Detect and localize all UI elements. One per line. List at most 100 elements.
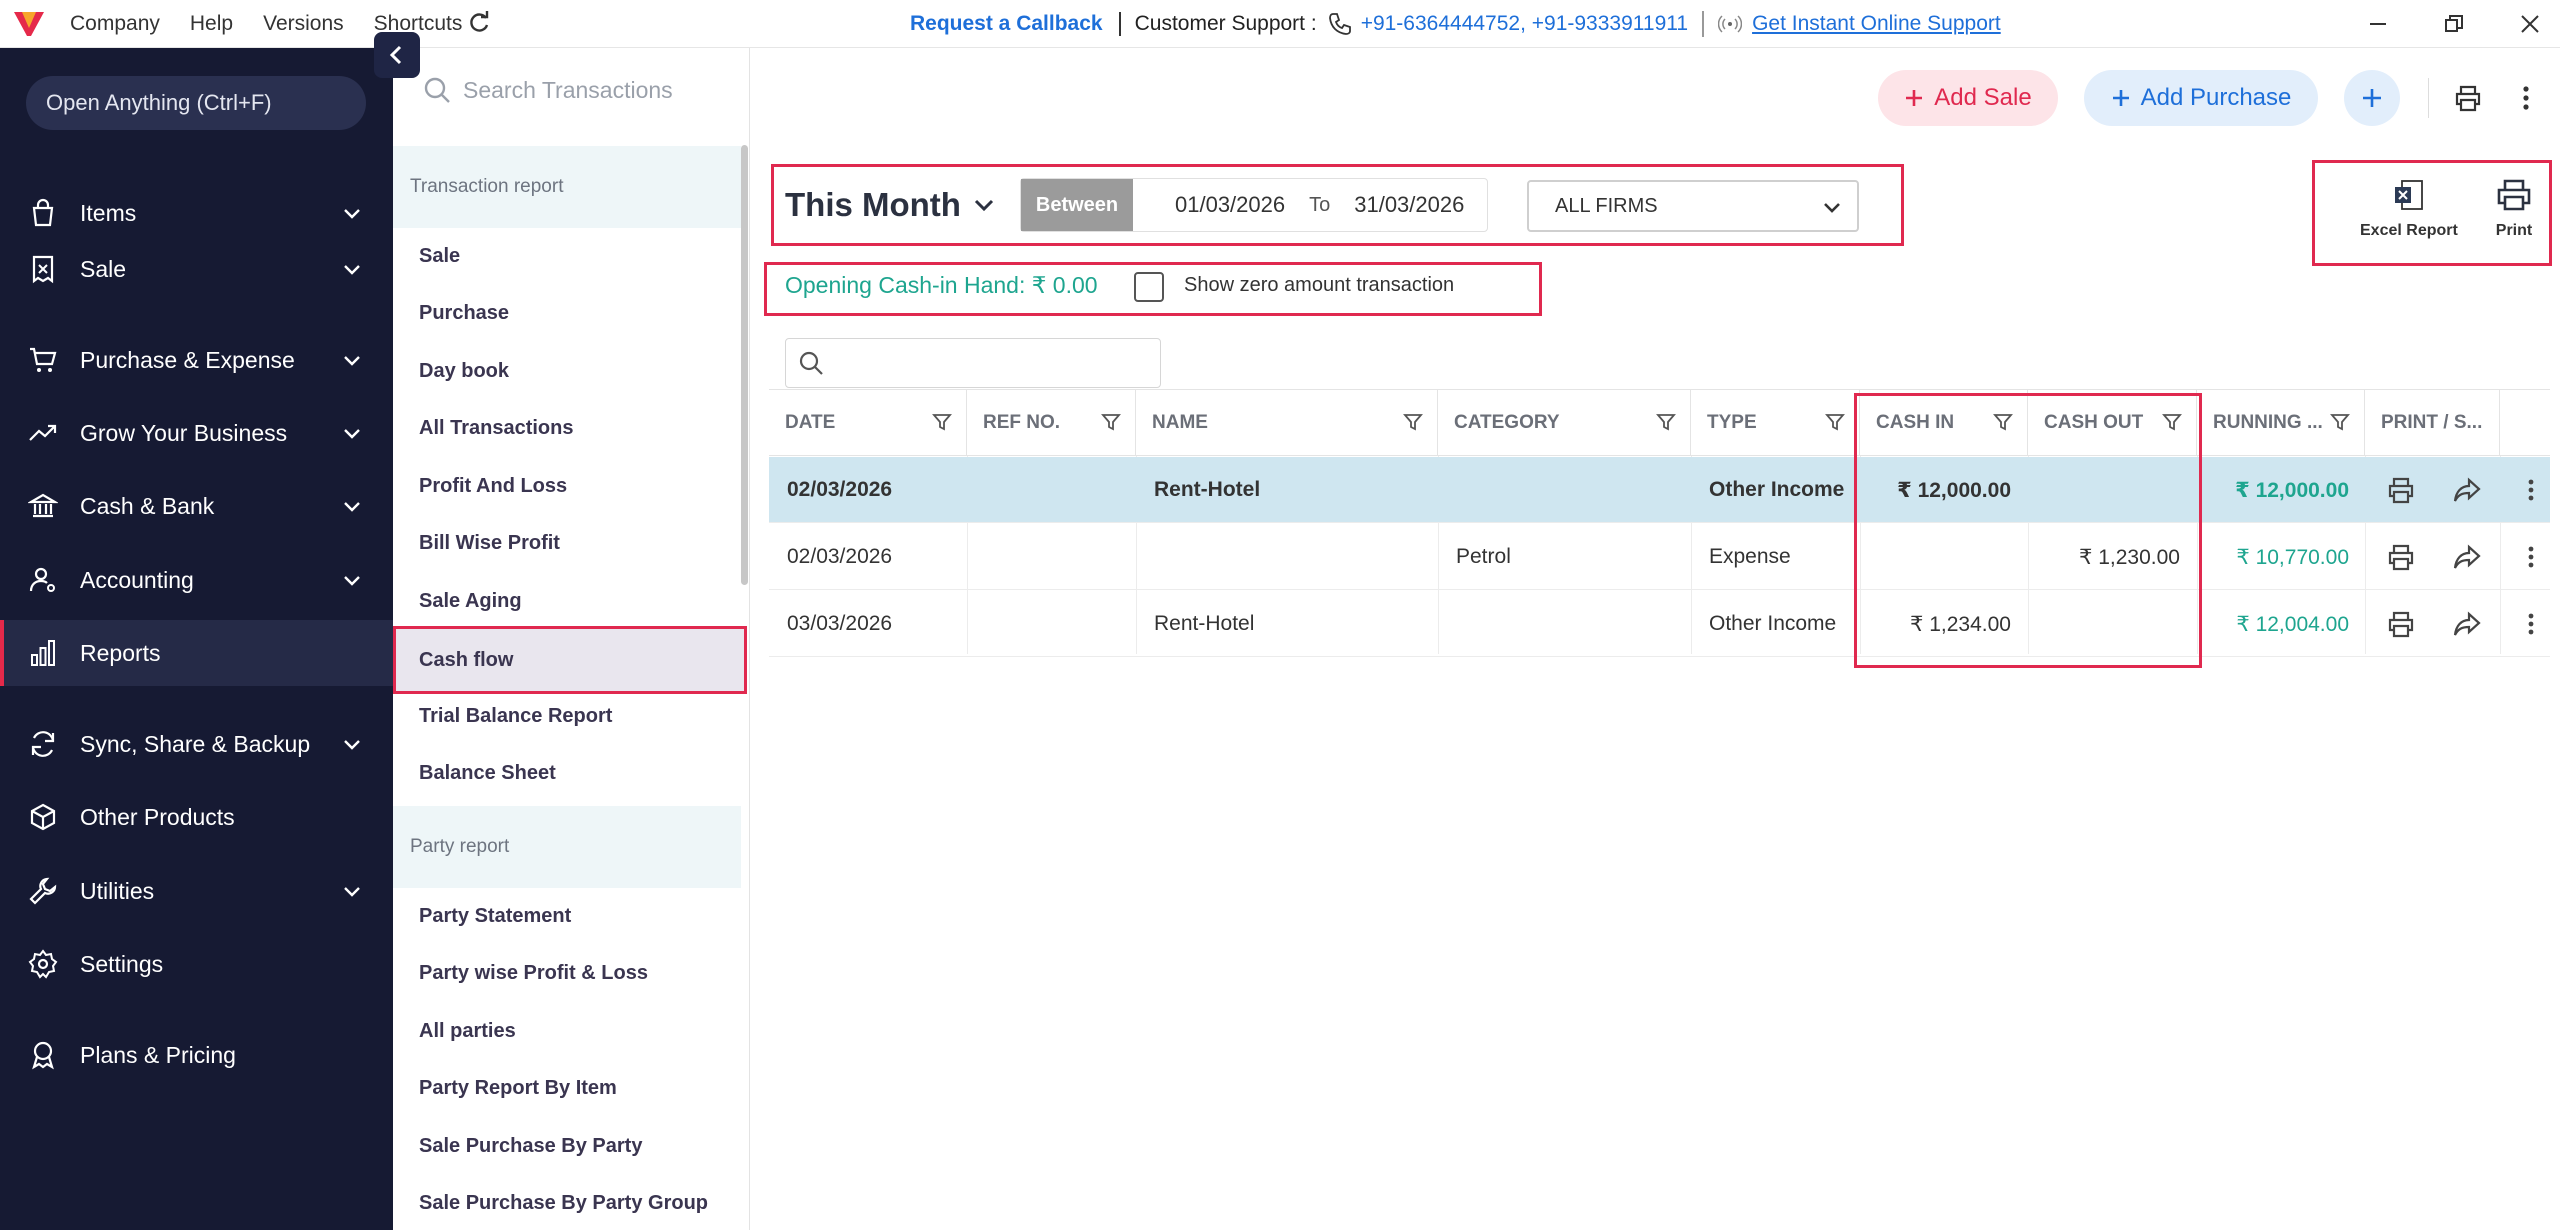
report-list-scrollbar[interactable] bbox=[741, 145, 748, 585]
row-more-button[interactable] bbox=[2516, 475, 2546, 505]
more-vertical-icon bbox=[2523, 86, 2529, 110]
sidebar-item-other-products[interactable]: Other Products bbox=[0, 784, 393, 850]
excel-report-button[interactable]: Excel Report bbox=[2360, 178, 2458, 240]
table-search-input[interactable] bbox=[785, 338, 1161, 388]
search-transactions[interactable]: Search Transactions bbox=[423, 76, 673, 104]
column-header-date[interactable]: DATE bbox=[769, 390, 967, 456]
filter-icon[interactable] bbox=[1656, 412, 1676, 432]
column-header-running-balance[interactable]: RUNNING ... bbox=[2197, 390, 2365, 456]
report-item-sale[interactable]: Sale bbox=[393, 228, 741, 285]
column-header-ref-no[interactable]: REF NO. bbox=[967, 390, 1136, 456]
filter-icon[interactable] bbox=[1403, 412, 1423, 432]
row-more-button[interactable] bbox=[2516, 609, 2546, 639]
column-header-category[interactable]: CATEGORY bbox=[1438, 390, 1691, 456]
sidebar-item-label: Utilities bbox=[80, 877, 155, 904]
instant-support[interactable]: Get Instant Online Support bbox=[1718, 12, 2001, 36]
sidebar-item-label: Plans & Pricing bbox=[80, 1041, 236, 1068]
sidebar-item-accounting[interactable]: Accounting bbox=[0, 547, 393, 613]
row-more-button[interactable] bbox=[2516, 542, 2546, 572]
column-header-name[interactable]: NAME bbox=[1136, 390, 1438, 456]
table-row[interactable]: 03/03/2026 Rent-Hotel Other Income ₹ 1,2… bbox=[769, 591, 2550, 657]
report-item-profit-loss[interactable]: Profit And Loss bbox=[393, 458, 741, 515]
table-row[interactable]: 02/03/2026 Rent-Hotel Other Income ₹ 12,… bbox=[769, 457, 2550, 523]
support-bar: Request a Callback Customer Support : +9… bbox=[910, 0, 2001, 48]
report-item-party-statement[interactable]: Party Statement bbox=[393, 888, 741, 945]
restore-button[interactable] bbox=[2424, 0, 2484, 48]
filter-icon[interactable] bbox=[2330, 412, 2350, 432]
bank-icon bbox=[28, 493, 58, 518]
header-print-button[interactable] bbox=[2450, 80, 2486, 116]
filter-icon[interactable] bbox=[932, 412, 952, 432]
menu-company[interactable]: Company bbox=[70, 12, 160, 36]
plus-icon bbox=[2363, 89, 2381, 107]
row-print-button[interactable] bbox=[2386, 542, 2416, 572]
sidebar-item-utilities[interactable]: Utilities bbox=[0, 858, 393, 924]
column-header-print-share: PRINT / S... bbox=[2365, 390, 2500, 456]
sidebar-item-sale[interactable]: Sale bbox=[0, 236, 393, 302]
header-divider bbox=[2428, 78, 2429, 118]
sidebar-item-purchase-expense[interactable]: Purchase & Expense bbox=[0, 327, 393, 393]
sidebar-item-plans-pricing[interactable]: Plans & Pricing bbox=[0, 1022, 393, 1088]
sidebar-item-settings[interactable]: Settings bbox=[0, 931, 393, 997]
report-item-all-transactions[interactable]: All Transactions bbox=[393, 400, 741, 457]
date-from-input[interactable]: 01/03/2026 bbox=[1175, 192, 1285, 218]
report-item-sale-aging[interactable]: Sale Aging bbox=[393, 573, 741, 630]
report-item-party-profit-loss[interactable]: Party wise Profit & Loss bbox=[393, 945, 741, 1002]
row-print-button[interactable] bbox=[2386, 475, 2416, 505]
report-item-bill-wise-profit[interactable]: Bill Wise Profit bbox=[393, 515, 741, 572]
filter-icon[interactable] bbox=[1825, 412, 1845, 432]
row-share-button[interactable] bbox=[2452, 609, 2482, 639]
row-share-button[interactable] bbox=[2452, 542, 2482, 572]
report-item-purchase[interactable]: Purchase bbox=[393, 285, 741, 342]
menu-versions[interactable]: Versions bbox=[263, 12, 344, 36]
cell-type: Other Income bbox=[1709, 478, 1845, 501]
sidebar-item-reports[interactable]: Reports bbox=[0, 620, 393, 686]
period-label: This Month bbox=[785, 186, 961, 223]
report-item-sale-purchase-by-party-group[interactable]: Sale Purchase By Party Group bbox=[393, 1175, 741, 1230]
row-share-button[interactable] bbox=[2452, 475, 2482, 505]
column-header-type[interactable]: TYPE bbox=[1691, 390, 1860, 456]
open-anything-button[interactable]: Open Anything (Ctrl+F) bbox=[26, 76, 366, 130]
cart-icon bbox=[30, 347, 57, 372]
report-item-trial-balance[interactable]: Trial Balance Report bbox=[393, 688, 741, 745]
report-item-balance-sheet[interactable]: Balance Sheet bbox=[393, 745, 741, 802]
row-print-button[interactable] bbox=[2386, 609, 2416, 639]
request-callback-link[interactable]: Request a Callback bbox=[910, 12, 1121, 36]
report-item-cash-flow[interactable]: Cash flow bbox=[393, 626, 747, 694]
close-icon bbox=[2521, 15, 2539, 33]
cell-name: Rent-Hotel bbox=[1154, 612, 1255, 635]
instant-support-link[interactable]: Get Instant Online Support bbox=[1752, 12, 2001, 36]
cell-date: 02/03/2026 bbox=[787, 545, 893, 568]
menu-help[interactable]: Help bbox=[190, 12, 233, 36]
minimize-button[interactable] bbox=[2348, 0, 2408, 48]
report-item-sale-purchase-by-party[interactable]: Sale Purchase By Party bbox=[393, 1118, 741, 1175]
sidebar-item-sync-share-backup[interactable]: Sync, Share & Backup bbox=[0, 711, 393, 777]
firm-select[interactable]: ALL FIRMS bbox=[1527, 180, 1859, 232]
print-report-button[interactable]: Print bbox=[2495, 178, 2533, 240]
report-item-party-by-item[interactable]: Party Report By Item bbox=[393, 1060, 741, 1117]
add-sale-button[interactable]: Add Sale bbox=[1878, 70, 2058, 126]
sidebar-item-cash-bank[interactable]: Cash & Bank bbox=[0, 473, 393, 539]
sidebar-item-label: Sale bbox=[80, 255, 127, 282]
cell-date: 02/03/2026 bbox=[787, 478, 893, 501]
close-button[interactable] bbox=[2500, 0, 2560, 48]
print-report-label: Print bbox=[2495, 222, 2533, 239]
date-range: Between 01/03/2026 To 31/03/2026 bbox=[1020, 178, 1488, 232]
period-dropdown[interactable]: This Month bbox=[785, 186, 995, 224]
sidebar-item-grow-business[interactable]: Grow Your Business bbox=[0, 400, 393, 466]
date-to-input[interactable]: 31/03/2026 bbox=[1354, 192, 1464, 218]
add-more-button[interactable] bbox=[2344, 70, 2400, 126]
table-row[interactable]: 02/03/2026 Petrol Expense ₹ 1,230.00 ₹ 1… bbox=[769, 524, 2550, 590]
report-item-all-parties[interactable]: All parties bbox=[393, 1003, 741, 1060]
support-phones[interactable]: +91-6364444752, +91-9333911911 bbox=[1327, 11, 1705, 37]
show-zero-checkbox[interactable] bbox=[1134, 272, 1164, 302]
filter-icon[interactable] bbox=[1101, 412, 1121, 432]
header-more-button[interactable] bbox=[2508, 80, 2544, 116]
share-arrow-icon bbox=[2453, 611, 2481, 636]
add-purchase-button[interactable]: Add Purchase bbox=[2084, 70, 2318, 126]
report-item-day-book[interactable]: Day book bbox=[393, 343, 741, 400]
chevron-down-icon bbox=[344, 356, 360, 366]
collapse-sidebar-button[interactable] bbox=[374, 32, 420, 78]
refresh-icon[interactable] bbox=[466, 10, 492, 36]
sidebar-item-label: Settings bbox=[80, 950, 164, 977]
